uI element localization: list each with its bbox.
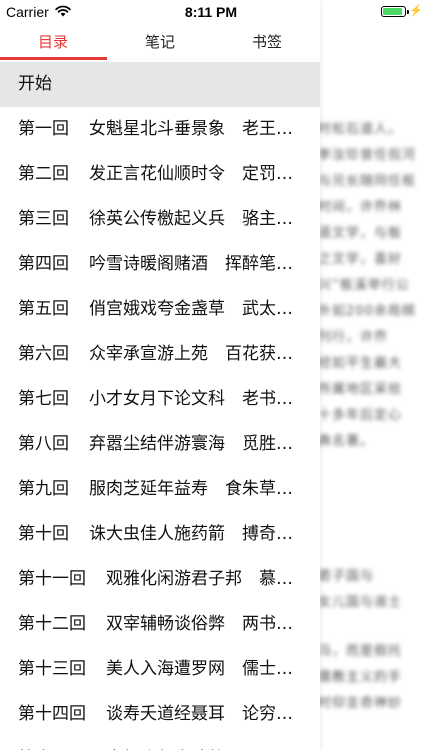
- chapter-item[interactable]: 第十一回 观雅化闲游君子邦 慕…: [0, 557, 320, 602]
- chapter-title: 双宰辅畅谈俗弊 两书…: [106, 614, 293, 634]
- chapter-title: 诛大虫佳人施药箭 搏奇…: [89, 524, 293, 544]
- book-text-line: 经如平生最大: [318, 356, 403, 371]
- book-text-line: 冯，而是假托: [318, 644, 403, 659]
- book-text-line: 外如200余局棋: [318, 304, 416, 319]
- book-text-line: 刊行，许乔: [318, 330, 389, 345]
- chapter-title: 服肉芝延年益寿 食朱草…: [89, 479, 293, 499]
- chapter-number: 第十二回: [18, 614, 86, 634]
- active-tab-indicator: [0, 57, 107, 60]
- tab-notes[interactable]: 笔记: [107, 26, 213, 58]
- tab-bookmarks[interactable]: 书签: [214, 26, 320, 58]
- book-text-line: 时松石道人。: [318, 122, 403, 137]
- chapter-item[interactable]: 第四回 吟雪诗暖阁赌酒 挥醉笔…: [0, 242, 320, 287]
- charging-icon: ⚡: [409, 5, 422, 17]
- chapter-number: 第十一回: [18, 569, 86, 589]
- book-text-line: 与兄长随同任枢: [318, 174, 417, 189]
- chapter-title: 发正言花仙顺时令 定罚…: [89, 164, 293, 184]
- chapter-title: 小才女月下论文科 老书…: [89, 389, 293, 409]
- chapter-item[interactable]: 第十三回 美人入海遭罗网 儒士…: [0, 647, 320, 692]
- chapter-title: 吟雪诗暖阁赌酒 挥醉笔…: [89, 254, 293, 274]
- chapter-item[interactable]: 第十二回 双宰辅畅谈俗弊 两书…: [0, 602, 320, 647]
- chapter-number: 第九回: [18, 479, 69, 499]
- chapter-number: 第五回: [18, 299, 69, 319]
- chapter-item[interactable]: 第六回 众宰承宣游上苑 百花获…: [0, 332, 320, 377]
- chapter-item[interactable]: 第二回 发正言花仙顺时令 定罚…: [0, 152, 320, 197]
- chapter-list: 开始 第一回 女魁星北斗垂景象 老王… 第二回 发正言花仙顺时令 定罚… 第三回 徐英…: [0, 62, 320, 750]
- chapter-number: 第七回: [18, 389, 69, 409]
- chapter-title: 俏宫娥戏夸金盏草 武太…: [89, 299, 293, 319]
- book-text-line: 时间，许乔林: [318, 200, 403, 215]
- chapter-title: 观雅化闲游君子邦 慕…: [106, 569, 293, 589]
- chapter-item-start[interactable]: 开始: [0, 62, 320, 107]
- book-text-line: 君子国与: [318, 569, 375, 584]
- status-bar: Carrier 8:11 PM ⚡: [0, 0, 422, 24]
- book-text-line: 时仰言奇神妙: [318, 696, 403, 711]
- chapter-number: 第十五回: [18, 737, 86, 750]
- chapter-item[interactable]: 第七回 小才女月下论文科 老书…: [0, 377, 320, 422]
- chapter-number: 第十四回: [18, 704, 86, 724]
- chapter-item[interactable]: 第十四回 谈寿夭道经聂耳 论穷…: [0, 692, 320, 737]
- book-text-line: 女儿国与淑士: [318, 595, 403, 610]
- chapter-title: 美人入海遭罗网 儒士…: [106, 659, 293, 679]
- clock-time: 8:11 PM: [184, 4, 238, 20]
- book-text-line: 之文学，喜好: [318, 252, 403, 267]
- chapter-item[interactable]: 第九回 服肉芝延年益寿 食朱草…: [0, 467, 320, 512]
- chapter-number: 第六回: [18, 344, 69, 364]
- chapter-item[interactable]: 第十五回 喜相逢师生谈故旧…: [0, 737, 320, 750]
- chapter-title: 弃嚣尘结伴游寰海 觅胜…: [89, 434, 293, 454]
- chapter-number: 第四回: [18, 254, 69, 274]
- chapter-title: 徐英公传檄起义兵 骆主…: [89, 209, 293, 229]
- chapter-item[interactable]: 第十回 诛大虫佳人施药箭 搏奇…: [0, 512, 320, 557]
- chapter-title: 女魁星北斗垂景象 老王…: [89, 119, 293, 139]
- chapter-number: 第二回: [18, 164, 69, 184]
- chapter-item[interactable]: 第三回 徐英公传檄起义兵 骆主…: [0, 197, 320, 242]
- chapter-item[interactable]: 第五回 俏宫娥戏夸金盏草 武太…: [0, 287, 320, 332]
- chapter-number: 第一回: [18, 119, 69, 139]
- book-text-line: 典名著。: [318, 434, 375, 449]
- book-text-line: 十多年后定心: [318, 408, 403, 423]
- book-text-line: 所属地区采拾: [318, 382, 403, 397]
- tab-contents[interactable]: 目录: [0, 26, 106, 58]
- chapter-title: 谈寿夭道经聂耳 论穷…: [106, 704, 293, 724]
- chapter-number: 第十三回: [18, 659, 86, 679]
- chapter-item[interactable]: 第八回 弃嚣尘结伴游寰海 觅胜…: [0, 422, 320, 467]
- book-text-line: 儒教主义的手: [318, 670, 403, 685]
- book-text-line: 兴”板溪举行公: [318, 278, 410, 293]
- chapter-number: 第八回: [18, 434, 69, 454]
- toc-drawer: 目录 笔记 书签 开始 第一回 女魁星北斗垂景象 老王… 第二回 发正言花仙顺时令 …: [0, 0, 320, 750]
- book-text-line: 语文学，与板: [318, 226, 403, 241]
- drawer-tabs: 目录 笔记 书签: [0, 26, 320, 60]
- chapter-item[interactable]: 第一回 女魁星北斗垂景象 老王…: [0, 107, 320, 152]
- chapter-number: 第十回: [18, 524, 69, 544]
- chapter-number: 开始: [18, 74, 52, 94]
- battery-icon: [381, 6, 409, 17]
- chapter-title: 众宰承宣游上苑 百花获…: [89, 344, 293, 364]
- book-text-line: 李汝珍曾任侃河: [318, 148, 417, 163]
- chapter-title: 喜相逢师生谈故旧…: [106, 737, 259, 750]
- chapter-number: 第三回: [18, 209, 69, 229]
